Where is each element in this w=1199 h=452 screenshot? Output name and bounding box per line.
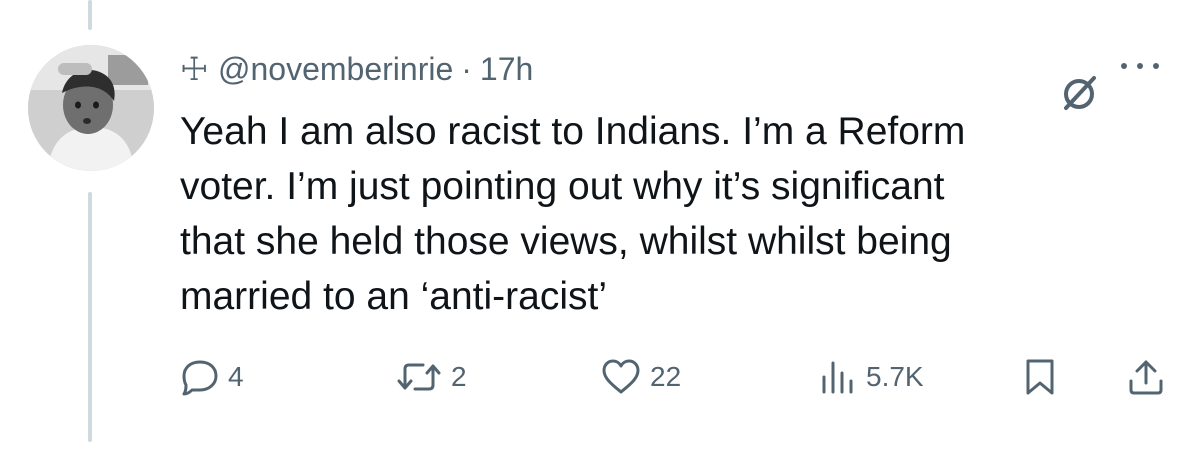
tweet-timestamp[interactable]: 17h (480, 51, 533, 88)
thread-line-bottom (88, 192, 92, 442)
repost-arrows-icon (397, 363, 441, 391)
cross-symbol: ☩ (180, 51, 209, 87)
tweet[interactable]: ☩ @novemberinrie · 17h Yeah I am also ra… (0, 0, 1199, 452)
bookmark-icon (1026, 359, 1054, 395)
tweet-text-line: that she held those views, whilst whilst… (180, 220, 952, 263)
tweet-header: ☩ @novemberinrie · 17h (180, 44, 533, 94)
views-button[interactable]: 5.7K (818, 350, 924, 404)
like-button[interactable]: 22 (600, 350, 681, 404)
tweet-text-line: voter. I’m just pointing out why it’s si… (180, 165, 945, 208)
views-count: 5.7K (866, 361, 924, 392)
share-button[interactable] (1126, 350, 1166, 404)
thread-line-top (88, 0, 92, 30)
repost-button[interactable]: 2 (395, 350, 467, 404)
tweet-text-line: married to an ‘anti-racist’ (180, 275, 607, 318)
speech-bubble-icon (182, 360, 218, 396)
reply-count: 4 (228, 361, 244, 392)
like-count: 22 (650, 361, 682, 392)
tweet-text: Yeah I am also racist to Indians. I’m a … (180, 104, 1140, 324)
heart-icon (602, 359, 640, 394)
bar-chart-icon (822, 361, 853, 394)
share-upload-icon (1129, 360, 1163, 395)
avatar-photo (28, 45, 154, 171)
ellipsis-icon[interactable] (1114, 56, 1166, 76)
bookmark-button[interactable] (1020, 350, 1060, 404)
reply-button[interactable]: 4 (180, 350, 244, 404)
user-handle[interactable]: @novemberinrie (218, 51, 453, 88)
tweet-text-line: Yeah I am also racist to Indians. I’m a … (180, 110, 966, 153)
header-separator: · (461, 50, 472, 87)
avatar[interactable] (28, 45, 154, 171)
action-bar: 4 2 22 5.7K (0, 350, 1199, 404)
repost-count: 2 (451, 361, 467, 392)
